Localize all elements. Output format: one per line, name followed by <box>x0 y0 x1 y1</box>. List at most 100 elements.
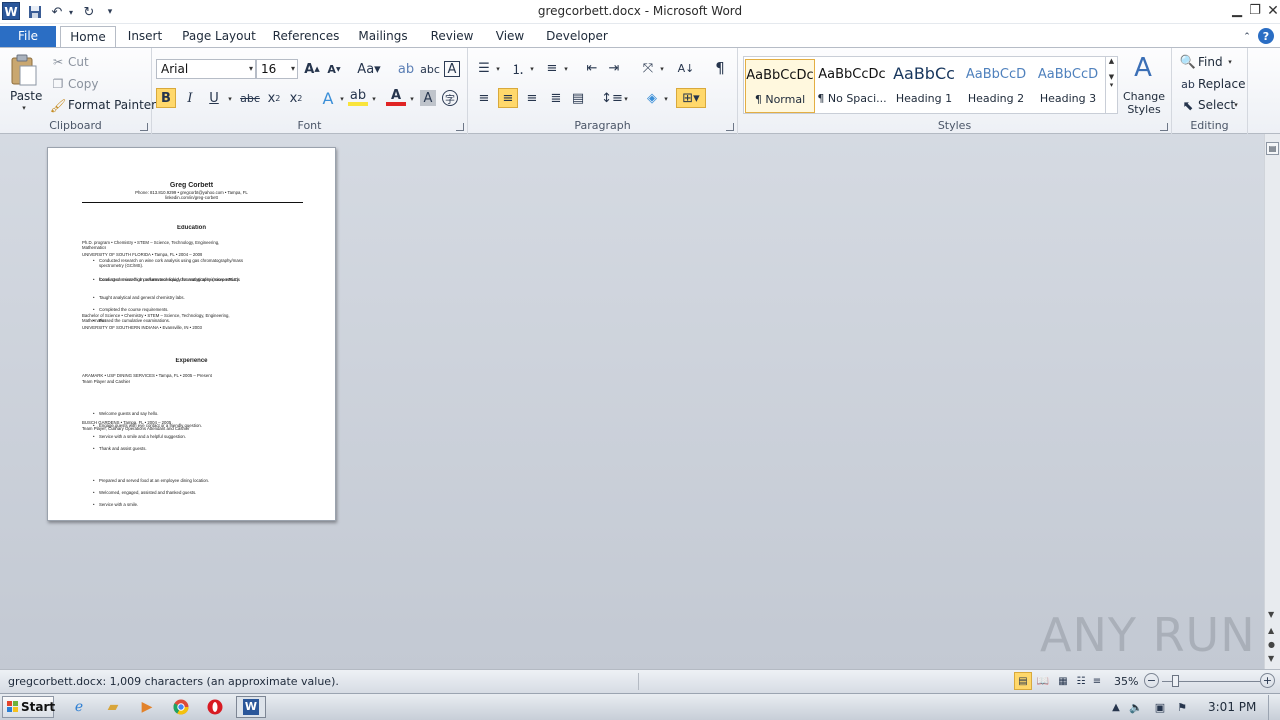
help-icon[interactable]: ? <box>1258 28 1274 44</box>
zoom-level[interactable]: 35% <box>1114 675 1138 688</box>
select-button[interactable]: Select <box>1198 98 1235 112</box>
character-shading-icon[interactable]: A <box>420 90 436 106</box>
document-page[interactable]: Greg Corbett Phone: 813.810.9299 • gregc… <box>47 147 336 521</box>
file-explorer-icon[interactable]: ▰ <box>100 696 126 718</box>
multilevel-dropdown-icon[interactable]: ▾ <box>562 65 570 73</box>
full-screen-reading-icon[interactable]: 📖 <box>1034 672 1052 690</box>
volume-icon[interactable]: 🔈 <box>1126 697 1146 717</box>
align-center-icon[interactable]: ≡ <box>498 88 518 108</box>
replace-icon[interactable]: ab <box>1178 74 1198 94</box>
find-button[interactable]: Find <box>1198 55 1223 69</box>
tab-file[interactable]: File <box>0 26 56 48</box>
highlight-dropdown-icon[interactable]: ▾ <box>370 95 378 103</box>
shading-dropdown-icon[interactable]: ▾ <box>662 95 670 103</box>
paste-icon[interactable] <box>9 54 39 86</box>
text-effects-icon[interactable]: A <box>318 88 338 108</box>
copy-button[interactable]: Copy <box>68 77 98 91</box>
web-layout-icon[interactable]: ▦ <box>1054 672 1072 690</box>
sort-icon[interactable]: A↓ <box>676 58 696 78</box>
phonetic-guide-icon[interactable]: abc <box>420 59 440 79</box>
zoom-in-icon[interactable]: + <box>1260 673 1275 688</box>
bullets-icon[interactable]: ☰ <box>474 58 494 78</box>
asian-layout-dropdown-icon[interactable]: ▾ <box>658 65 666 73</box>
style-normal[interactable]: AaBbCcDc ¶ Normal <box>745 59 815 113</box>
tab-insert[interactable]: Insert <box>118 26 172 48</box>
font-size-combo[interactable]: 16 ▾ <box>256 59 298 79</box>
internet-explorer-icon[interactable]: ℯ <box>66 696 92 718</box>
clipboard-launcher-icon[interactable] <box>140 123 148 131</box>
paste-label[interactable]: Paste <box>10 89 42 103</box>
font-size-dropdown-icon[interactable]: ▾ <box>291 60 295 78</box>
show-desktop-button[interactable] <box>1268 695 1280 720</box>
align-right-icon[interactable]: ≡ <box>522 88 542 108</box>
find-icon[interactable]: 🔍 <box>1178 52 1198 72</box>
bullets-dropdown-icon[interactable]: ▾ <box>494 65 502 73</box>
font-name-combo[interactable]: Arial ▾ <box>156 59 256 79</box>
line-spacing-dropdown-icon[interactable]: ▾ <box>622 95 630 103</box>
align-left-icon[interactable]: ≡ <box>474 88 494 108</box>
print-layout-view-icon[interactable]: ▤ <box>1014 672 1032 690</box>
character-border-icon[interactable]: A <box>444 61 460 77</box>
font-name-dropdown-icon[interactable]: ▾ <box>249 60 253 78</box>
format-painter-button[interactable]: Format Painter <box>68 98 156 112</box>
change-case-icon[interactable]: Aa▾ <box>356 59 382 79</box>
superscript-button[interactable]: x2 <box>286 88 306 108</box>
asian-layout-icon[interactable]: ⤧ <box>638 58 658 78</box>
paragraph-launcher-icon[interactable] <box>726 123 734 131</box>
replace-button[interactable]: Replace <box>1198 77 1245 91</box>
change-styles-icon[interactable]: A <box>1126 52 1160 84</box>
bold-button[interactable]: B <box>156 88 176 108</box>
style-heading-2[interactable]: AaBbCcD Heading 2 <box>961 59 1031 113</box>
select-icon[interactable]: ⬉ <box>1178 96 1198 116</box>
cut-button[interactable]: Cut <box>68 55 89 69</box>
decrease-indent-icon[interactable]: ⇤ <box>582 58 602 78</box>
zoom-out-icon[interactable]: − <box>1144 673 1159 688</box>
clear-formatting-icon[interactable]: ab <box>396 59 416 79</box>
style-heading-3[interactable]: AaBbCcD Heading 3 <box>1033 59 1103 113</box>
subscript-button[interactable]: x2 <box>264 88 284 108</box>
chrome-icon[interactable] <box>168 696 194 718</box>
opera-icon[interactable] <box>202 696 228 718</box>
style-heading-1[interactable]: AaBbCc Heading 1 <box>889 59 959 113</box>
media-player-icon[interactable]: ▶ <box>134 696 160 718</box>
italic-button[interactable]: I <box>180 88 200 108</box>
shading-icon[interactable]: ◈ <box>642 88 662 108</box>
grow-font-icon[interactable]: A ▲ <box>302 59 322 79</box>
close-button[interactable]: ✕ <box>1262 1 1280 21</box>
font-launcher-icon[interactable] <box>456 123 464 131</box>
previous-page-icon[interactable]: ▲ <box>1268 626 1274 635</box>
text-effects-dropdown-icon[interactable]: ▾ <box>338 95 346 103</box>
vertical-scrollbar[interactable]: ▤ ▼ ▲ ● ▼ <box>1264 134 1280 669</box>
browse-object-icon[interactable]: ● <box>1268 640 1275 649</box>
clock[interactable]: 3:01 PM <box>1208 700 1256 714</box>
select-dropdown-icon[interactable]: ▾ <box>1232 101 1240 109</box>
strikethrough-button[interactable]: abc <box>238 88 262 108</box>
tab-page-layout[interactable]: Page Layout <box>176 26 262 48</box>
tab-mailings[interactable]: Mailings <box>350 26 416 48</box>
styles-gallery-scroll[interactable]: ▲ ▼ ▾ <box>1105 57 1117 113</box>
scroll-down-arrow-icon[interactable]: ▼ <box>1268 610 1274 619</box>
paste-dropdown-icon[interactable]: ▾ <box>20 104 28 112</box>
shrink-font-icon[interactable]: A ▼ <box>324 59 344 79</box>
tab-review[interactable]: Review <box>424 26 480 48</box>
minimize-ribbon-icon[interactable]: ⌃ <box>1238 28 1256 46</box>
styles-launcher-icon[interactable] <box>1160 123 1168 131</box>
action-center-flag-icon[interactable]: ⚑ <box>1172 697 1192 717</box>
tab-view[interactable]: View <box>488 26 532 48</box>
start-button[interactable]: Start <box>2 696 55 718</box>
font-color-dropdown-icon[interactable]: ▾ <box>408 95 416 103</box>
tab-references[interactable]: References <box>268 26 344 48</box>
numbering-dropdown-icon[interactable]: ▾ <box>528 65 536 73</box>
enclose-characters-icon[interactable]: 字 <box>442 90 458 106</box>
highlight-color-icon[interactable]: ab <box>348 88 368 106</box>
underline-dropdown-icon[interactable]: ▾ <box>226 95 234 103</box>
numbering-icon[interactable]: ⒈ <box>508 58 528 78</box>
find-dropdown-icon[interactable]: ▾ <box>1226 58 1234 66</box>
word-taskbar-button[interactable]: W <box>236 696 266 718</box>
zoom-slider-thumb[interactable] <box>1171 675 1179 687</box>
style-no-spacing[interactable]: AaBbCcDc ¶ No Spaci... <box>817 59 887 113</box>
tab-home[interactable]: Home <box>60 26 116 49</box>
tab-developer[interactable]: Developer <box>540 26 614 48</box>
increase-indent-icon[interactable]: ⇥ <box>604 58 624 78</box>
change-styles-button[interactable]: Change Styles <box>1122 90 1166 116</box>
